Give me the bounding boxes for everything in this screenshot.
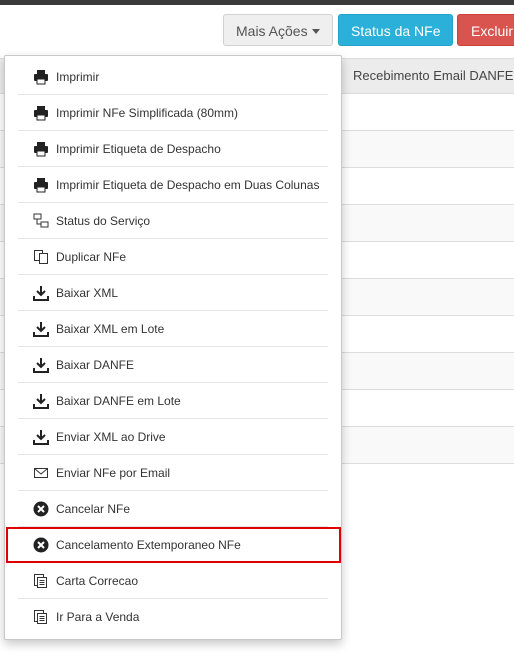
menu-item-baixar-xml-lote[interactable]: Baixar XML em Lote: [18, 311, 328, 347]
printer-icon: [34, 105, 48, 120]
delete-label: Excluir: [471, 23, 514, 39]
menu-item-imprimir-etiqueta-duas-colunas[interactable]: Imprimir Etiqueta de Despacho em Duas Co…: [18, 167, 328, 203]
download-icon: [33, 357, 49, 373]
menu-item-imprimir-simplificada[interactable]: Imprimir NFe Simplificada (80mm): [18, 95, 328, 131]
top-bar: [0, 0, 514, 5]
envelope-icon: [34, 467, 48, 478]
menu-item-label: Cancelar NFe: [56, 501, 131, 516]
more-actions-button[interactable]: Mais Ações: [223, 14, 333, 46]
duplicate-icon: [34, 249, 48, 264]
document-copy-icon: [34, 573, 47, 588]
menu-item-label: Baixar DANFE em Lote: [56, 393, 181, 408]
menu-item-imprimir-etiqueta[interactable]: Imprimir Etiqueta de Despacho: [18, 131, 328, 167]
menu-item-baixar-danfe-lote[interactable]: Baixar DANFE em Lote: [18, 383, 328, 419]
menu-item-baixar-danfe[interactable]: Baixar DANFE: [18, 347, 328, 383]
menu-item-cancelamento-extemporaneo[interactable]: Cancelamento Extemporaneo NFe: [18, 527, 328, 563]
more-actions-label: Mais Ações: [236, 23, 308, 39]
download-icon: [33, 321, 49, 337]
menu-item-carta-correcao[interactable]: Carta Correcao: [18, 563, 328, 599]
menu-item-ir-para-venda[interactable]: Ir Para a Venda: [18, 599, 328, 635]
menu-item-label: Baixar DANFE: [56, 357, 135, 372]
document-copy-icon: [34, 610, 47, 624]
caret-down-icon: [312, 29, 320, 34]
menu-item-label: Imprimir Etiqueta de Despacho em Duas Co…: [56, 177, 320, 192]
menu-item-label: Enviar XML ao Drive: [56, 429, 166, 444]
printer-icon: [34, 141, 48, 156]
menu-item-label: Imprimir NFe Simplificada (80mm): [56, 105, 239, 120]
menu-item-imprimir[interactable]: Imprimir: [18, 59, 328, 95]
printer-icon: [34, 69, 48, 84]
cancel-circle-icon: [33, 537, 49, 552]
nfe-status-label: Status da NFe: [351, 23, 441, 39]
menu-item-label: Enviar NFe por Email: [56, 465, 171, 480]
action-toolbar: Mais Ações Status da NFe Excluir: [0, 14, 514, 46]
menu-item-label: Carta Correcao: [56, 573, 139, 588]
column-header-email-danfe[interactable]: Recebimento Email DANFE: [340, 59, 513, 93]
more-actions-menu: Imprimir Imprimir NFe Simplificada (80mm…: [4, 55, 342, 640]
menu-item-status-servico[interactable]: Status do Serviço: [18, 203, 328, 239]
menu-item-duplicar-nfe[interactable]: Duplicar NFe: [18, 239, 328, 275]
menu-item-label: Imprimir Etiqueta de Despacho: [56, 141, 221, 156]
download-icon: [33, 285, 49, 301]
network-icon: [33, 213, 49, 227]
menu-item-label: Baixar XML em Lote: [56, 321, 165, 336]
download-icon: [33, 393, 49, 409]
menu-item-baixar-xml[interactable]: Baixar XML: [18, 275, 328, 311]
menu-item-label: Duplicar NFe: [56, 249, 127, 264]
menu-item-label: Status do Serviço: [56, 213, 151, 228]
cancel-circle-icon: [33, 501, 49, 516]
menu-item-enviar-nfe-email[interactable]: Enviar NFe por Email: [18, 455, 328, 491]
menu-item-enviar-xml-drive[interactable]: Enviar XML ao Drive: [18, 419, 328, 455]
delete-button[interactable]: Excluir: [457, 14, 514, 46]
nfe-status-button[interactable]: Status da NFe: [338, 14, 453, 46]
menu-item-label: Baixar XML: [56, 285, 119, 300]
printer-icon: [34, 177, 48, 192]
download-icon: [33, 429, 49, 445]
menu-item-label: Ir Para a Venda: [56, 610, 140, 624]
menu-item-cancelar-nfe[interactable]: Cancelar NFe: [18, 491, 328, 527]
menu-item-label: Cancelamento Extemporaneo NFe: [56, 537, 241, 552]
menu-item-label: Imprimir: [56, 69, 100, 84]
